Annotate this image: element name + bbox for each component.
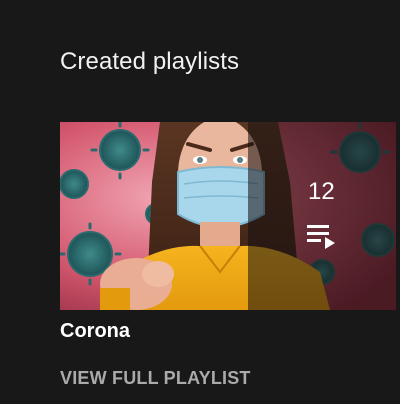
view-full-playlist-link[interactable]: VIEW FULL PLAYLIST <box>60 368 251 389</box>
thumbnail-overlay <box>248 122 396 310</box>
playlist-play-icon <box>307 223 337 249</box>
playlist-title[interactable]: Corona <box>60 320 130 343</box>
playlist-thumbnail[interactable]: 12 <box>60 122 396 310</box>
playlist-card: 12 Corona VIEW FULL PLAYLIST <box>60 122 400 404</box>
section-title: Created playlists <box>60 48 240 75</box>
created-playlists-section: Created playlists 12 Corona VIEW FULL PL… <box>0 0 400 404</box>
video-count: 12 <box>308 178 335 205</box>
